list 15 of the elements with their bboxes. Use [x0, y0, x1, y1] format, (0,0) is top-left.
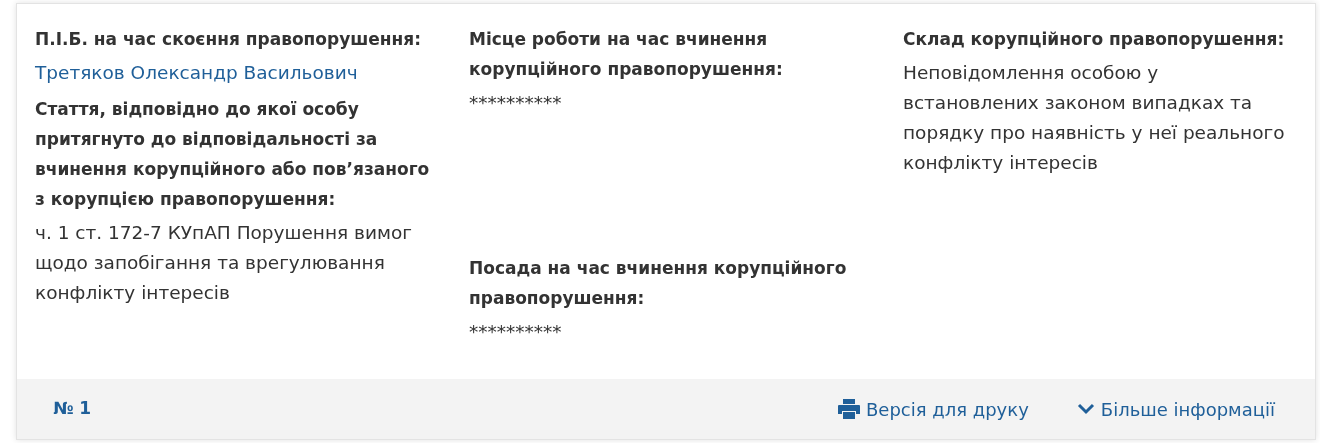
field-value: ч. 1 ст. 172-7 КУпАП Порушення вимог щодо запобігання та врегулювання конфлікту інтересів [35, 222, 412, 303]
person-link[interactable]: Третяков Олександр Васильович [35, 62, 358, 83]
printer-icon [837, 399, 860, 419]
field-value: ********** [469, 92, 562, 113]
print-version-button[interactable]: Версія для друку [837, 395, 1029, 423]
record-number: № 1 [53, 397, 92, 421]
field-label: Склад корупційного правопорушення: [903, 28, 1286, 51]
field-label: П.І.Б. на час скоєння правопорушення: [35, 28, 423, 51]
field-value: Неповідомлення особою у встановлених законом випадках та порядку про наявність у неї реального конфлікту інтересів [903, 62, 1285, 173]
field-label: Стаття, відповідно до якої особу притягнуто до відповідальності за вчинення корупційного або пов’язаного з корупцією правопорушення: [35, 98, 430, 211]
more-info-button[interactable]: Більше інформації [1076, 395, 1275, 423]
chevron-down-icon [1076, 403, 1095, 415]
field-label: Місце роботи на час вчинення корупційного правопорушення: [469, 28, 784, 81]
field-value: ********** [469, 321, 562, 342]
field-label: Посада на час вчинення корупційного правопорушення: [469, 257, 848, 310]
